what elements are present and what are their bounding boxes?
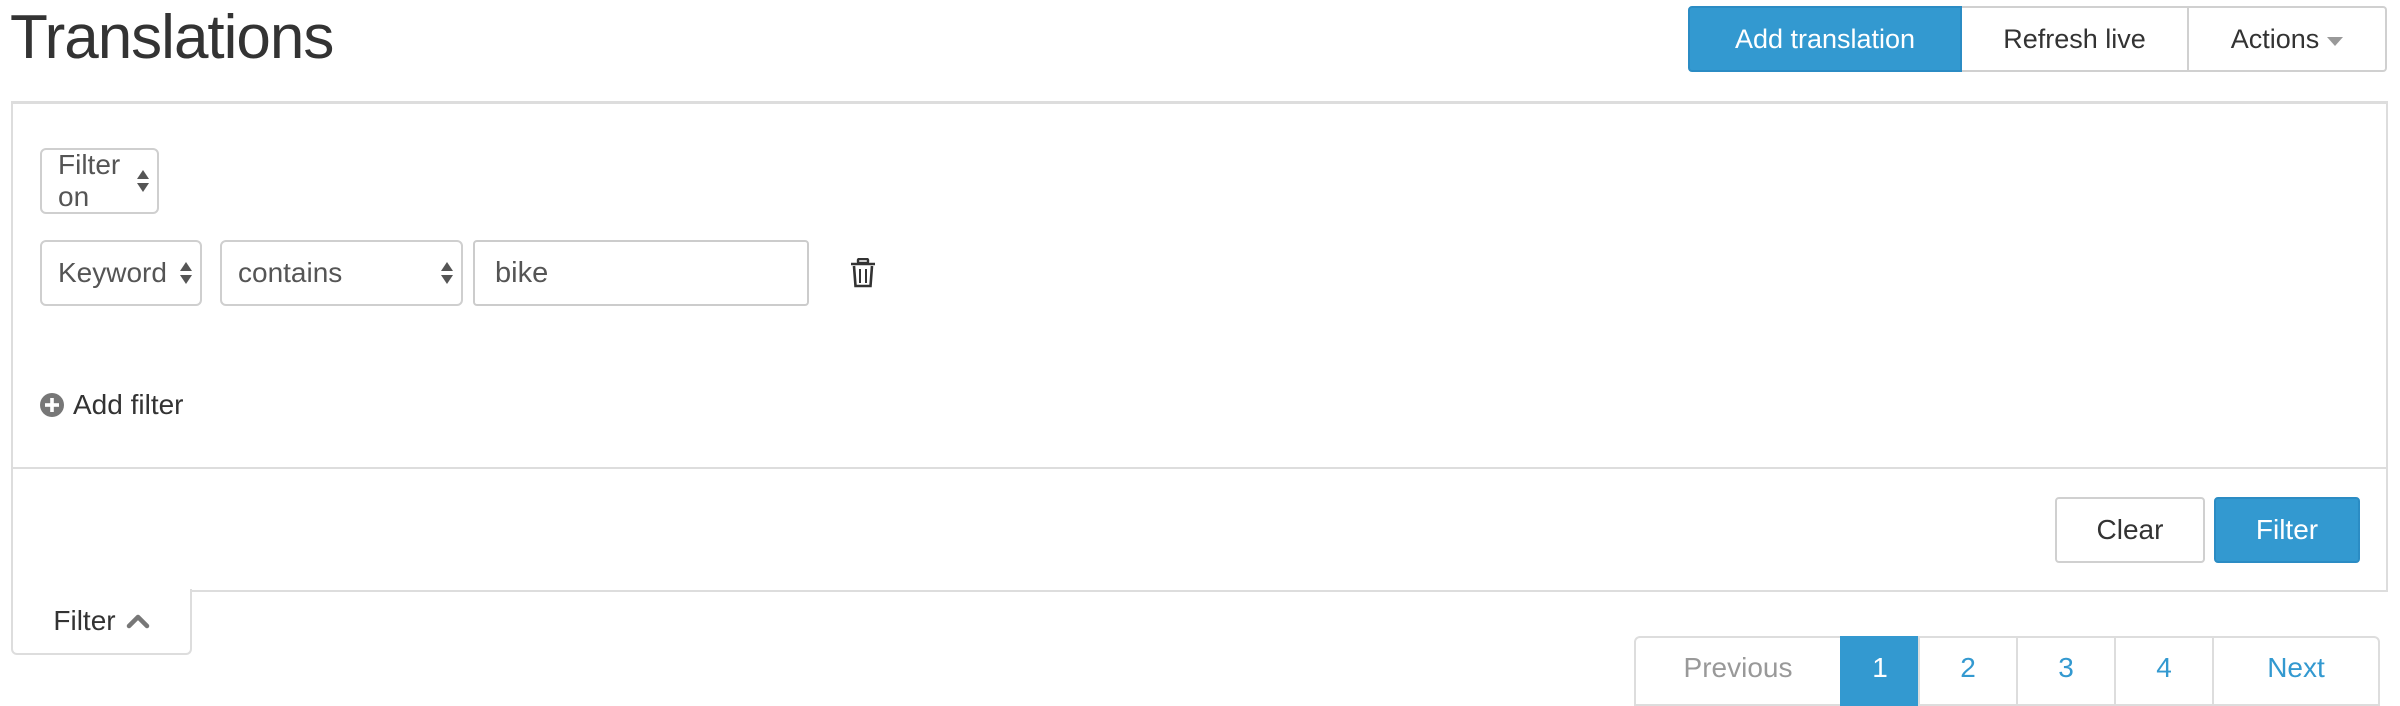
page-title: Translations	[10, 3, 334, 72]
pagination-page-4[interactable]: 4	[2114, 636, 2214, 706]
pagination-page-2[interactable]: 2	[1918, 636, 2018, 706]
pagination-page-1[interactable]: 1	[1840, 636, 1920, 706]
caret-down-icon	[2327, 36, 2344, 46]
add-translation-button[interactable]: Add translation	[1688, 6, 1962, 72]
filter-toggle-label: Filter	[53, 605, 116, 636]
pagination: Previous 1 2 3 4 Next	[1634, 636, 2380, 706]
filter-submit-button[interactable]: Filter	[2214, 497, 2360, 563]
select-arrows-icon	[137, 170, 149, 192]
actions-label: Actions	[2230, 23, 2320, 54]
filter-panel-footer	[13, 467, 2386, 590]
clear-button[interactable]: Clear	[2055, 497, 2205, 563]
filter-panel: Filter on Keyword contains Add filter Cl…	[11, 101, 2388, 592]
filter-field-select[interactable]: Keyword	[40, 240, 202, 306]
header-action-group: Add translation Refresh live Actions	[1688, 6, 2387, 72]
filter-toggle-tab[interactable]: Filter	[11, 589, 192, 655]
filter-value-input[interactable]	[473, 240, 809, 306]
pagination-next[interactable]: Next	[2212, 636, 2380, 706]
refresh-live-button[interactable]: Refresh live	[1962, 6, 2189, 72]
filter-on-select[interactable]: Filter on	[40, 148, 159, 214]
select-arrows-icon	[180, 262, 192, 284]
pagination-page-3[interactable]: 3	[2016, 636, 2116, 706]
chevron-up-icon	[126, 614, 149, 629]
add-filter-label: Add filter	[73, 389, 184, 420]
actions-dropdown-button[interactable]: Actions	[2189, 6, 2387, 72]
filter-field-value: Keyword	[58, 257, 167, 288]
pagination-previous[interactable]: Previous	[1634, 636, 1842, 706]
filter-operator-select[interactable]: contains	[220, 240, 463, 306]
plus-circle-icon	[40, 393, 64, 417]
select-arrows-icon	[441, 262, 453, 284]
filter-operator-value: contains	[238, 257, 343, 288]
trash-icon[interactable]	[850, 258, 876, 288]
add-filter-link[interactable]: Add filter	[40, 389, 184, 421]
